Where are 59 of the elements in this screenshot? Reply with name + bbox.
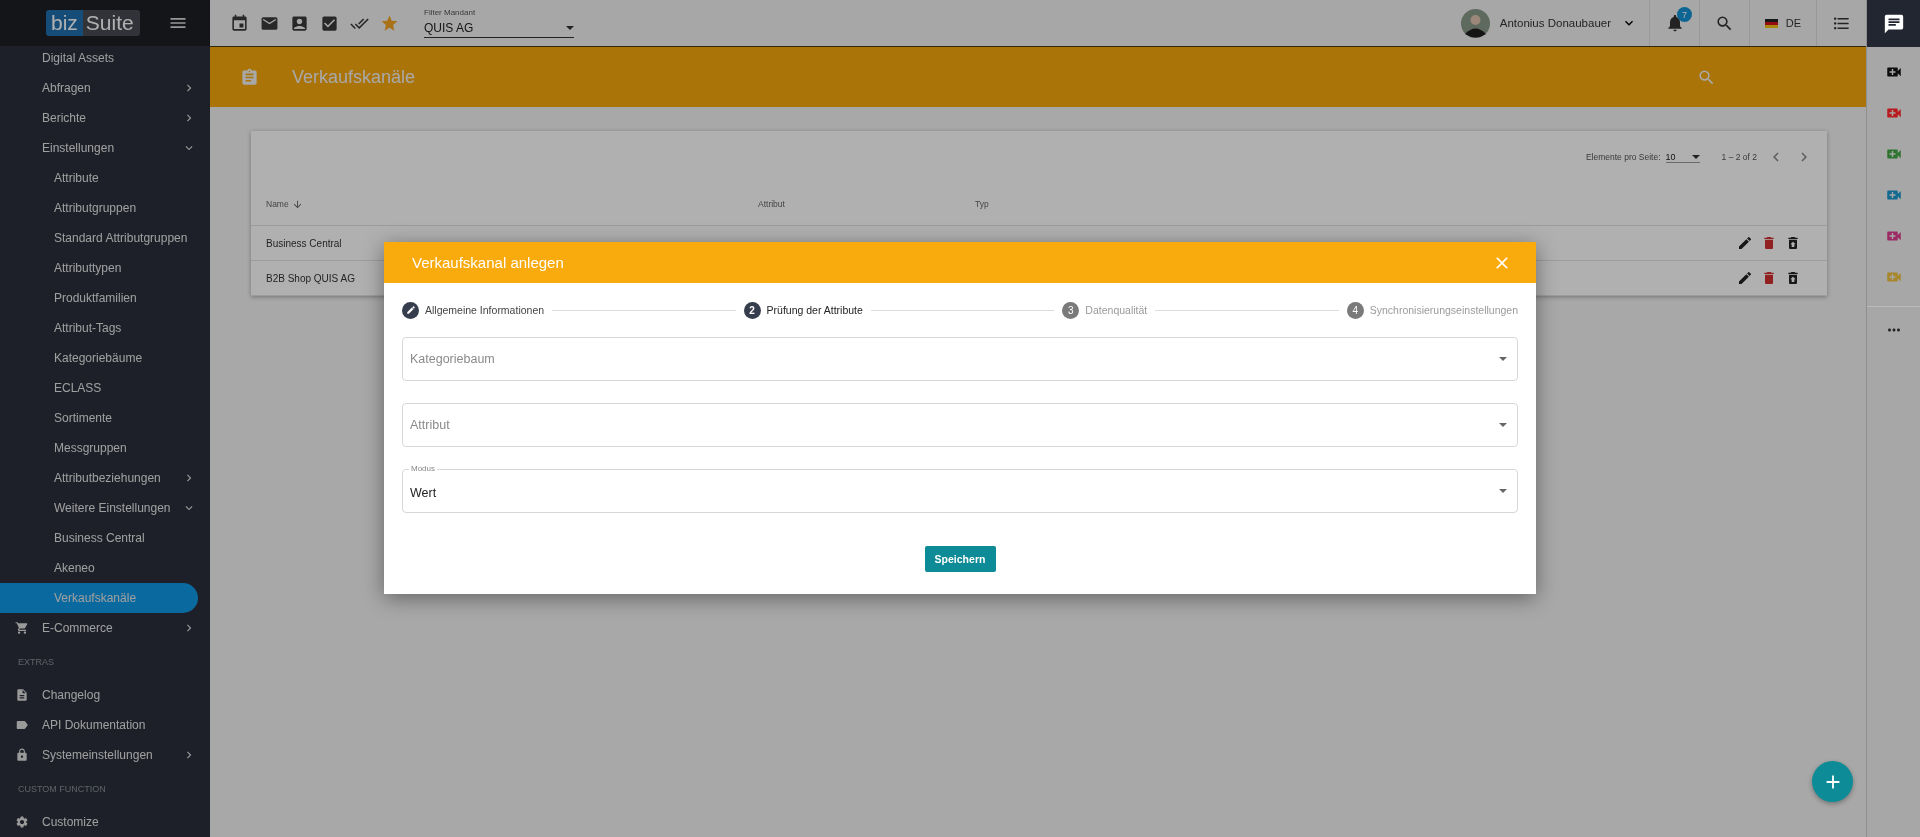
page-size-select[interactable]: 10: [1665, 151, 1700, 163]
select-field[interactable]: Attribut: [402, 403, 1518, 447]
sidebar-item[interactable]: Messgruppen: [0, 433, 210, 463]
column-header[interactable]: Name: [266, 198, 758, 210]
sidebar-item[interactable]: Einstellungen: [0, 133, 210, 163]
filter-label: Filter Mandant: [424, 8, 477, 18]
sidebar-item[interactable]: Digital Assets: [0, 43, 210, 73]
page-size-label: Elemente pro Seite:: [1585, 152, 1661, 162]
sidebar-item[interactable]: Abfragen: [0, 73, 210, 103]
column-header[interactable]: Typ: [975, 199, 1737, 209]
sidebar-item[interactable]: Attribute: [0, 163, 210, 193]
save-button[interactable]: Speichern: [924, 546, 996, 572]
dialog-title: Verkaufskanal anlegen: [412, 254, 565, 271]
sidebar-item[interactable]: Kategoriebäume: [0, 343, 210, 373]
user-menu[interactable]: Antonius Donaubauer: [1460, 0, 1649, 46]
field-placeholder: Kategoriebaum: [410, 352, 496, 366]
step[interactable]: Allgemeine Informationen: [402, 301, 545, 319]
filter-select[interactable]: QUIS AG: [424, 18, 574, 38]
sidebar-item[interactable]: Sortimente: [0, 403, 210, 433]
sidebar-item[interactable]: ECLASS: [0, 373, 210, 403]
step-label: Datenqualität: [1085, 304, 1148, 316]
sidebar-item[interactable]: Standard Attributgruppen: [0, 223, 210, 253]
section-heading: CUSTOM FUNCTION: [17, 782, 107, 796]
sidebar-item[interactable]: Attributbeziehungen: [0, 463, 210, 493]
select-field[interactable]: Kategoriebaum: [402, 337, 1518, 381]
language-button[interactable]: DE: [1749, 0, 1816, 46]
table-cell-text: B2B Shop QUIS AG: [266, 272, 356, 284]
logo: biz Suite: [46, 10, 140, 36]
sidebar-item[interactable]: Business Central: [0, 523, 210, 553]
sidebar-item[interactable]: Attribut-Tags: [0, 313, 210, 343]
sidebar-item[interactable]: Attributgruppen: [0, 193, 210, 223]
sidebar-item[interactable]: Berichte: [0, 103, 210, 133]
step-label: Allgemeine Informationen: [425, 304, 545, 316]
section-heading: EXTRAS: [17, 655, 55, 669]
table-cell-text: Business Central: [266, 237, 343, 249]
step[interactable]: 3 Datenqualität: [1062, 301, 1148, 319]
step-number: 4: [1346, 301, 1364, 319]
sidebar-item[interactable]: E-Commerce: [0, 613, 210, 643]
sidebar-item[interactable]: API Dokumentation: [0, 710, 210, 740]
page-range: 1 – 2 of 2: [1721, 152, 1757, 162]
sidebar-item[interactable]: Customize: [0, 807, 210, 837]
sidebar-item[interactable]: Attributtypen: [0, 253, 210, 283]
field-value: Wert: [410, 486, 438, 500]
step-label: Prüfung der Attribute: [766, 304, 863, 316]
step[interactable]: 2 Prüfung der Attribute: [743, 301, 863, 319]
field-label: Modus: [409, 464, 437, 474]
sidebar-item[interactable]: Akeneo: [0, 553, 210, 583]
sidebar-item[interactable]: Produktfamilien: [0, 283, 210, 313]
page-title: Verkaufskanäle: [292, 66, 417, 88]
step-number: 3: [1062, 301, 1080, 319]
notification-badge: 7: [1677, 7, 1692, 22]
sidebar-item[interactable]: Weitere Einstellungen: [0, 493, 210, 523]
field-placeholder: Attribut: [410, 418, 451, 432]
step-number: 2: [743, 301, 761, 319]
sidebar-item[interactable]: Systemeinstellungen: [0, 740, 210, 770]
step-label: Synchronisierungseinstellungen: [1369, 304, 1518, 316]
sidebar-item[interactable]: Changelog: [0, 680, 210, 710]
step[interactable]: 4 Synchronisierungseinstellungen: [1346, 301, 1518, 319]
column-header[interactable]: Attribut: [758, 199, 975, 209]
